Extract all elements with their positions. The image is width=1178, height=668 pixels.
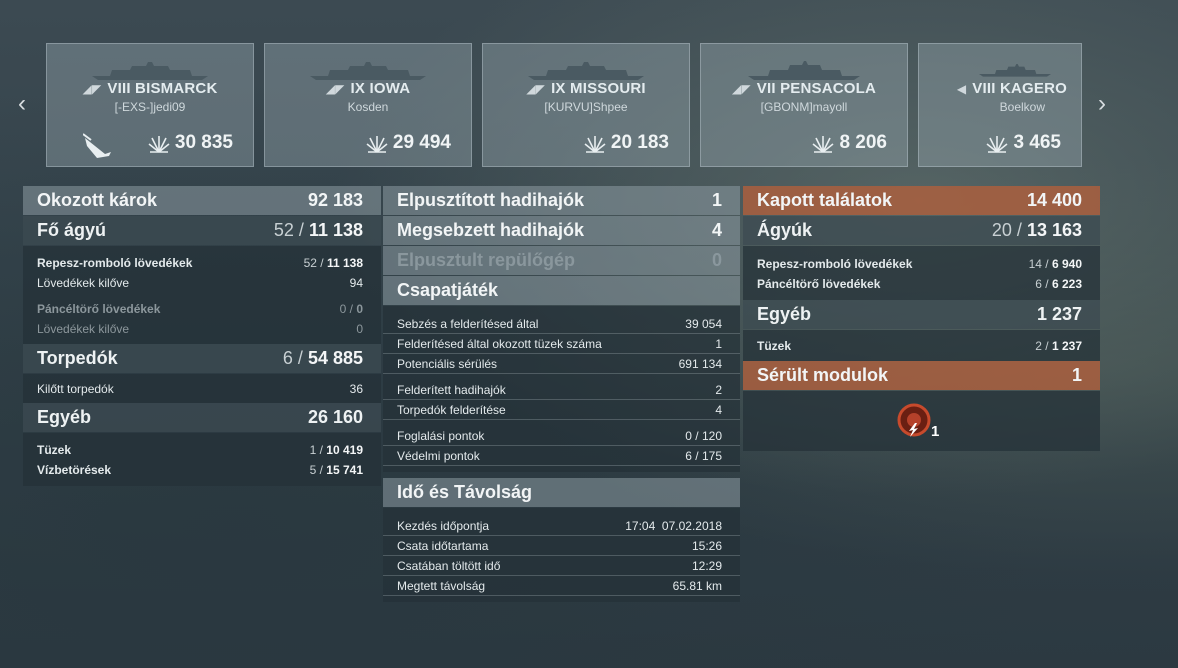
torpedoes-details: Kilőtt torpedók 36 (23, 374, 381, 403)
damage-value: 3 465 (1013, 132, 1061, 153)
main-guns-details: Repesz-romboló lövedékek 52 / 11 138 Löv… (23, 246, 381, 344)
destroyed-ships-row: Elpusztított hadihajók 1 (383, 186, 740, 215)
ship-silhouette-icon (528, 62, 644, 80)
damage-dealt-value: 92 183 (307, 190, 363, 210)
ship-card[interactable]: ◀ VIII KAGERO Boelkow 3 465 (918, 43, 1082, 167)
ship-card[interactable]: ◢◤ VIII BISMARCK [-EXS-]jedi09 30 835 (46, 43, 254, 167)
ship-silhouette-icon (979, 64, 1051, 77)
received-ap-row: Páncéltörő lövedékek 6 / 6 223 (757, 277, 1082, 291)
damage-value: 30 835 (174, 132, 233, 153)
damage-dealt-panel: Okozott károk 92 183 Fő ágyú 52 / 11 138… (23, 186, 381, 486)
damaged-ships-row: Megsebzett hadihajók 4 (383, 216, 740, 245)
spotted-torps-row: Torpedók felderítése 4 (383, 400, 740, 420)
other-damage-details: Tüzek 1 / 10 419 Vízbetörések 5 / 15 741 (23, 433, 381, 486)
player-name: Kosden (347, 100, 389, 114)
damage-burst-icon (148, 136, 170, 153)
damage-dealt-header: Okozott károk 92 183 (23, 186, 381, 215)
damage-burst-icon (366, 136, 388, 153)
distance-row: Megtett távolság 65.81 km (383, 576, 740, 596)
received-other-header: Egyéb 1 237 (743, 300, 1100, 329)
player-name: [-EXS-]jedi09 (114, 100, 186, 114)
potential-damage-row: Potenciális sérülés 691 134 (383, 354, 740, 374)
destroyed-planes-row: Elpusztult repülőgép 0 (383, 246, 740, 275)
other-damage-header: Egyéb 26 160 (23, 403, 381, 432)
spotting-fires-row: Felderítésed által okozott tüzek száma 1 (383, 334, 740, 354)
player-name: [GBONM]mayoll (760, 100, 848, 114)
flooding-row: Vízbetörések 5 / 15 741 (37, 463, 363, 477)
results-panel: Elpusztított hadihajók 1 Megsebzett hadi… (383, 186, 740, 602)
ship-card[interactable]: ◢◤ VII PENSACOLA [GBONM]mayoll 8 206 (700, 43, 908, 167)
damaged-module-icon (897, 403, 931, 437)
time-distance-details: Kezdés időpontja 17:04 07.02.2018 Csata i… (383, 508, 740, 602)
spotted-ships-row: Felderített hadihajók 2 (383, 380, 740, 400)
damage-dealt-label: Okozott károk (37, 190, 158, 210)
capture-points-row: Foglalási pontok 0 / 120 (383, 426, 740, 446)
player-name: [KURVU]Shpee (544, 100, 628, 114)
player-name: Boelkow (999, 100, 1045, 114)
main-guns-value: 52 / 11 138 (273, 220, 363, 240)
ship-silhouette-icon (748, 61, 860, 80)
received-other-details: Tüzek 2 / 1 237 (743, 330, 1100, 361)
time-in-battle-row: Csatában töltött idő 12:29 (383, 556, 740, 576)
teamplay-header: Csapatjáték (383, 276, 740, 305)
teamplay-details: Sebzés a felderítésed által 39 054 Felder… (383, 306, 740, 472)
received-hits-header: Kapott találatok 14 400 (743, 186, 1100, 215)
ship-silhouette-icon (92, 62, 208, 80)
damaged-modules-area: 1 (743, 391, 1100, 451)
ap-shells-row: Páncéltörő lövedékek 0 / 0 (37, 302, 363, 316)
ship-name: ◢◤ VII PENSACOLA (731, 80, 877, 97)
defense-points-row: Védelmi pontok 6 / 175 (383, 446, 740, 466)
ship-card[interactable]: ◢◤ IX MISSOURI [KURVU]Shpee 20 183 (482, 43, 690, 167)
fires-row: Tüzek 1 / 10 419 (37, 443, 363, 457)
damage-received-panel: Kapott találatok 14 400 Ágyúk 20 / 13 16… (743, 186, 1100, 451)
ship-name: ◀ VIII KAGERO (956, 80, 1067, 97)
received-guns-header: Ágyúk 20 / 13 163 (743, 216, 1100, 245)
next-ships-button[interactable]: › (1094, 92, 1110, 116)
damage-value: 8 206 (839, 132, 887, 153)
main-guns-label: Fő ágyú (37, 220, 107, 240)
received-fires-row: Tüzek 2 / 1 237 (757, 339, 1082, 353)
prev-ships-button[interactable]: ‹ (14, 92, 30, 116)
received-he-row: Repesz-romboló lövedékek 14 / 6 940 (757, 257, 1082, 271)
sunk-ship-icon (83, 133, 111, 158)
spotting-damage-row: Sebzés a felderítésed által 39 054 (383, 314, 740, 334)
ap-fired-row: Lövedékek kilőve 0 (37, 322, 363, 336)
start-time-row: Kezdés időpontja 17:04 07.02.2018 (383, 516, 740, 536)
time-distance-header: Idő és Távolság (383, 478, 740, 507)
received-guns-details: Repesz-romboló lövedékek 14 / 6 940 Pánc… (743, 246, 1100, 300)
torpedoes-header: Torpedók 6 / 54 885 (23, 344, 381, 373)
he-fired-row: Lövedékek kilőve 94 (37, 276, 363, 290)
ship-card[interactable]: ◢◤ IX IOWA Kosden 29 494 (264, 43, 472, 167)
main-guns-header: Fő ágyú 52 / 11 138 (23, 216, 381, 245)
ship-name: ◢◤ VIII BISMARCK (82, 80, 218, 97)
he-shells-row: Repesz-romboló lövedékek 52 / 11 138 (37, 256, 363, 270)
damage-burst-icon (986, 136, 1008, 153)
damage-burst-icon (812, 136, 834, 153)
ship-silhouette-icon (310, 62, 426, 80)
damage-value: 20 183 (610, 132, 669, 153)
damage-burst-icon (584, 136, 606, 153)
damaged-module-count: 1 (931, 423, 940, 440)
ship-name: ◢◤ IX MISSOURI (526, 80, 646, 97)
damaged-modules-header: Sérült modulok 1 (743, 361, 1100, 390)
ship-name: ◢◤ IX IOWA (325, 80, 411, 97)
damage-value: 29 494 (392, 132, 451, 153)
torps-fired-row: Kilőtt torpedók 36 (37, 382, 363, 396)
battle-duration-row: Csata időtartama 15:26 (383, 536, 740, 556)
